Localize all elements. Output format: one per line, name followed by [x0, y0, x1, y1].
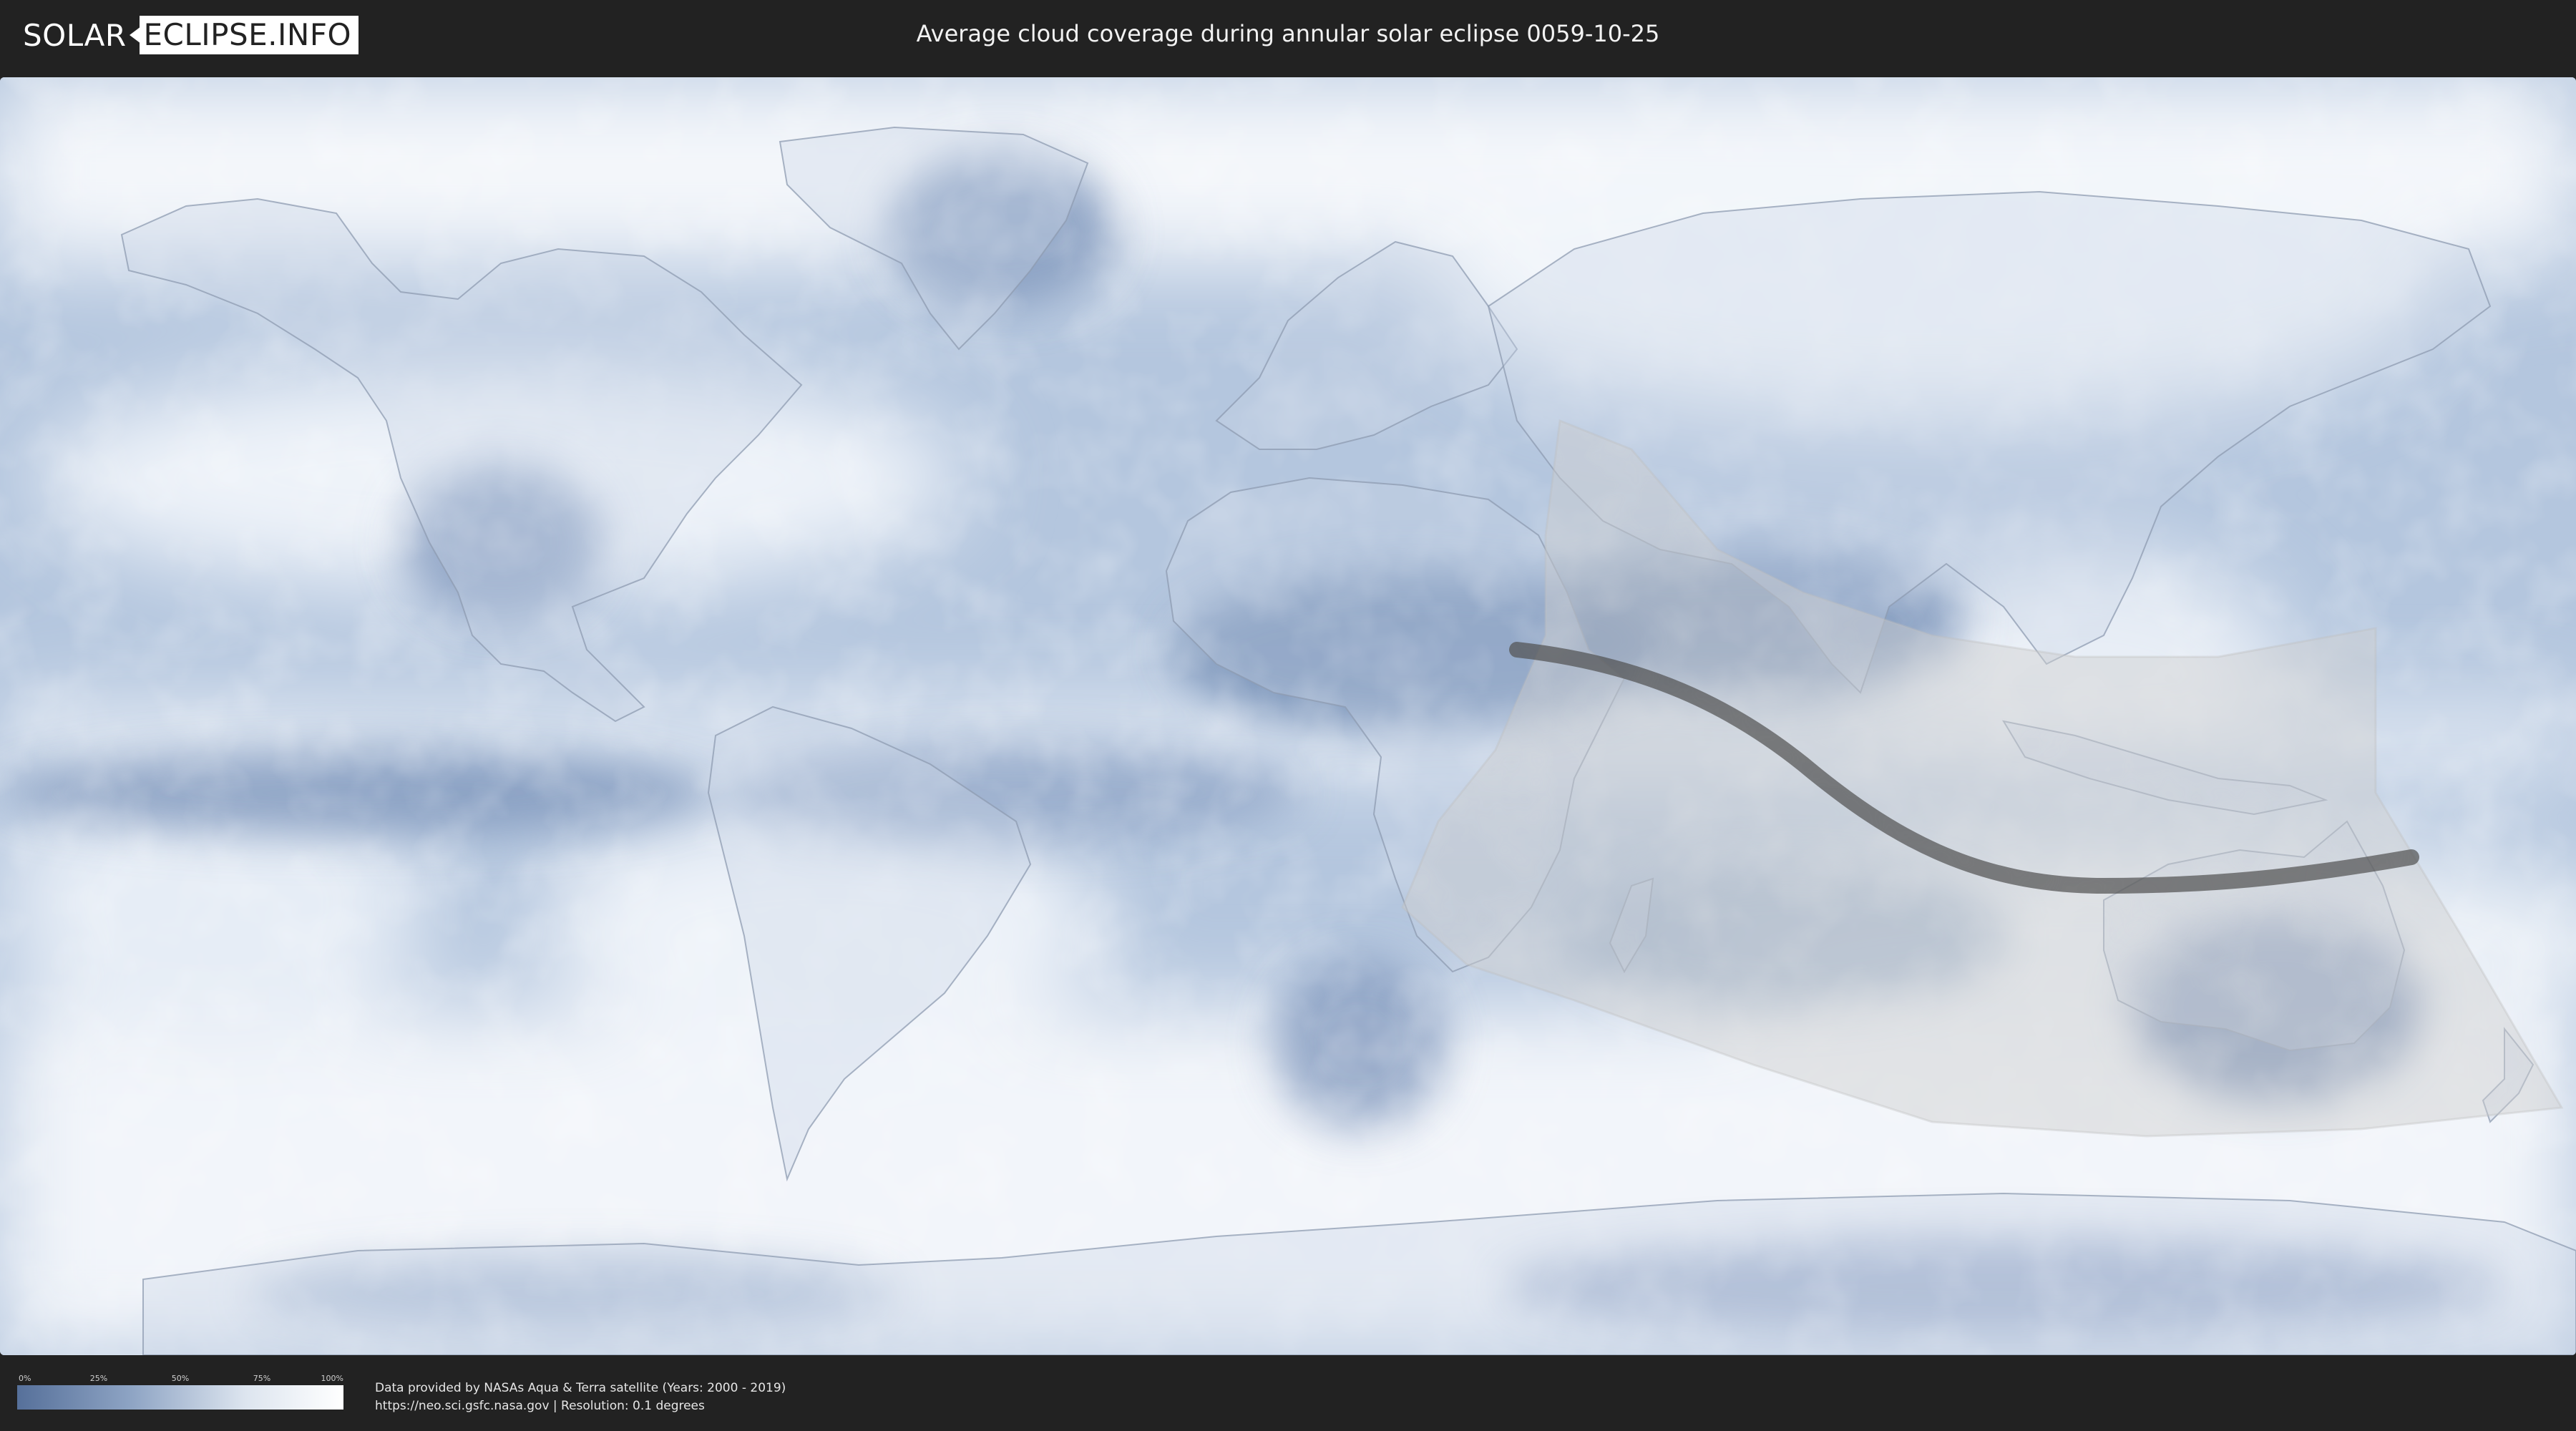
cloud-coverage-map [0, 77, 2576, 1355]
legend-tick-100: 100% [321, 1374, 343, 1383]
legend-color-bar [17, 1385, 343, 1410]
cloud-coverage-legend: 0% 25% 50% 75% 100% [17, 1374, 343, 1410]
legend-tick-25: 25% [89, 1374, 108, 1383]
credit-line-url[interactable]: https://neo.sci.gsfc.nasa.gov | Resoluti… [375, 1397, 786, 1415]
data-credits: Data provided by NASAs Aqua & Terra sate… [375, 1379, 786, 1415]
world-map-svg [0, 77, 2576, 1355]
legend-tick-75: 75% [253, 1374, 271, 1383]
legend-tick-50: 50% [171, 1374, 190, 1383]
footer-bar: 0% 25% 50% 75% 100% Data provided by NAS… [0, 1359, 2576, 1431]
legend-ticks: 0% 25% 50% 75% 100% [17, 1374, 343, 1385]
legend-tick-0: 0% [19, 1374, 31, 1383]
page-title: Average cloud coverage during annular so… [916, 20, 1660, 47]
credit-line-source: Data provided by NASAs Aqua & Terra sate… [375, 1381, 786, 1395]
header-bar: SOLAR ECLIPSE.INFO Average cloud coverag… [0, 0, 2576, 72]
